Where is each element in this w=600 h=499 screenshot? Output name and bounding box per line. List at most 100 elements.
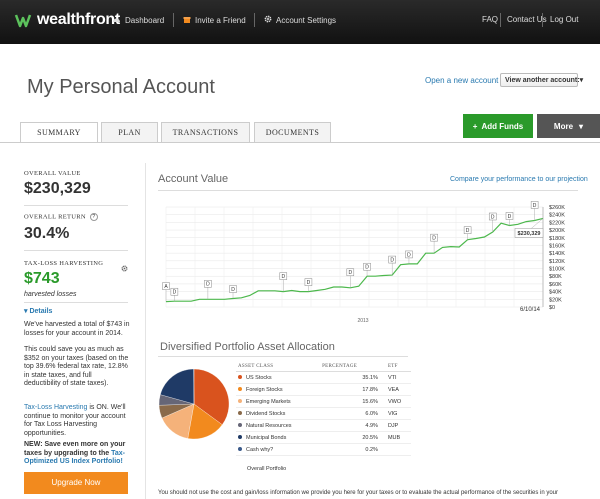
asset-class-cell: Emerging Markets — [236, 395, 321, 408]
chart-grid — [165, 206, 544, 308]
nav-faq[interactable]: FAQ — [482, 15, 498, 24]
allocation-header-row: ASSET CLASS PERCENTAGE ETF — [236, 362, 411, 372]
nav-divider — [254, 13, 255, 27]
asset-class-name[interactable]: Cash why? — [246, 447, 273, 453]
tlh-link[interactable]: Tax-Loss Harvesting — [24, 404, 87, 411]
tab-divider — [0, 142, 600, 143]
asset-class-cell: Dividend Stocks — [236, 407, 321, 420]
tlh-settings-gear-icon[interactable] — [121, 259, 128, 277]
allocation-row: Foreign Stocks 17.8% VEA — [236, 383, 411, 396]
caret-down-icon: ▾ — [579, 121, 584, 131]
nav-contact-us[interactable]: Contact Us — [507, 15, 547, 24]
details-toggle[interactable]: ▾ Details — [24, 307, 52, 315]
asset-class-cell: Foreign Stocks — [236, 383, 321, 396]
tab-transactions[interactable]: TRANSACTIONS — [161, 122, 250, 142]
asset-class-name: Emerging Markets — [246, 398, 291, 405]
y-tick-label: $120K — [549, 259, 565, 265]
nav-invite-friend[interactable]: Invite a Friend — [183, 15, 246, 25]
current-value-callout-text: $230,329 — [518, 231, 541, 237]
nav-log-out[interactable]: Log Out — [550, 15, 578, 24]
tab-plan[interactable]: PLAN — [101, 122, 158, 142]
percentage-cell: 4.9% — [320, 419, 386, 432]
more-label: More — [553, 121, 574, 131]
dividend-marker-label: D — [407, 252, 411, 258]
etf-header: ETF — [385, 362, 411, 372]
dividend-marker[interactable]: D — [430, 233, 438, 254]
chevron-down-icon: ▾ — [579, 77, 584, 84]
percentage-cell: 20.5% — [320, 431, 386, 444]
more-button[interactable]: More ▾ — [537, 114, 600, 138]
y-tick-label: $40K — [549, 290, 562, 296]
dividend-marker[interactable]: A — [162, 282, 170, 302]
etf-cell: VTI — [385, 371, 411, 384]
allocation-row: Cash why? 0.2% — [236, 443, 411, 456]
dividend-marker[interactable]: D — [505, 212, 514, 226]
asset-class-cell: US Stocks — [236, 371, 321, 384]
nav-settings-label: Account Settings — [276, 15, 337, 25]
chart-line-series — [165, 217, 544, 303]
view-account-select[interactable]: View another account: ▾ — [500, 73, 583, 87]
chart-dividend-markers: ADDDDDDDDDDDD DD — [162, 201, 539, 302]
tlh-label: TAX-LOSS HARVESTING — [24, 260, 104, 267]
dividend-marker-label: D — [466, 228, 470, 234]
percentage-cell: 35.1% — [320, 371, 386, 384]
open-new-account-link[interactable]: Open a new account — [425, 76, 498, 85]
asset-class-name: Foreign Stocks — [246, 386, 283, 393]
legend-swatch — [238, 387, 242, 392]
caret-down-icon: ▾ — [24, 308, 28, 315]
nav-account-settings[interactable]: Account Settings — [264, 15, 336, 25]
upgrade-now-button[interactable]: Upgrade Now — [24, 472, 128, 494]
dividend-marker-label: D — [307, 280, 311, 286]
y-tick-label: $180K — [549, 236, 565, 242]
dividend-marker-label: D — [281, 274, 285, 280]
nav-invite-label: Invite a Friend — [195, 15, 246, 25]
y-tick-label: $160K — [549, 243, 565, 249]
account-value-line — [165, 217, 544, 303]
dividend-marker-label: D — [206, 282, 210, 288]
legend-swatch — [238, 411, 242, 416]
nav-contact-label: Contact Us — [507, 15, 547, 24]
details-label: Details — [29, 308, 53, 315]
nav-divider — [500, 13, 501, 27]
chart-x-label-year: 2013 — [357, 318, 368, 324]
nav-logout-label: Log Out — [550, 15, 579, 24]
tlh-savings-text: This could save you as much as $352 on y… — [24, 346, 129, 387]
view-account-select-label: View another account: — [505, 76, 580, 84]
overall-return: 30.4% — [24, 225, 70, 242]
add-funds-label: Add Funds — [481, 121, 524, 131]
account-value-title: Account Value — [158, 173, 229, 185]
tlh-status-text: Tax-Loss Harvesting is ON. We'll continu… — [24, 404, 130, 438]
etf-cell: VWO — [385, 395, 411, 408]
wealthfront-logo[interactable]: wealthfront — [14, 11, 120, 29]
asset-class-cell: Natural Resources — [236, 419, 321, 432]
etf-cell: VIG — [385, 407, 411, 420]
dividend-marker-label: D — [348, 270, 352, 276]
allocation-title: Diversified Portfolio Asset Allocation — [160, 341, 335, 353]
help-icon[interactable]: ? — [89, 213, 98, 221]
add-funds-button[interactable]: + Add Funds — [463, 114, 533, 138]
dividend-marker[interactable]: D — [363, 262, 371, 277]
dividend-marker-label: D — [390, 257, 394, 263]
dividend-marker[interactable]: D — [530, 201, 539, 221]
asset-class-name: Natural Resources — [246, 422, 292, 429]
dividend-marker[interactable]: D — [229, 285, 237, 299]
tab-summary[interactable]: SUMMARY — [20, 122, 98, 143]
overall-portfolio-label: Overall Portfolio — [247, 466, 287, 472]
chart-y-axis: $260K $240K$220K $200K $180K$160K $140K $120K… — [542, 205, 565, 311]
asset-class-cell: Municipal Bonds — [236, 431, 321, 444]
dashboard-icon — [112, 15, 121, 25]
dividend-marker[interactable]: D — [405, 250, 413, 264]
gear-icon — [264, 15, 272, 25]
dividend-marker[interactable]: D — [204, 280, 212, 300]
percentage-cell: 0.2% — [320, 443, 386, 456]
etf-cell — [385, 443, 411, 456]
tab-documents[interactable]: DOCUMENTS — [254, 122, 331, 142]
top-navigation-bar: wealthfront Dashboard Invite a Friend Ac… — [0, 0, 600, 44]
y-tick-label: $100K — [549, 267, 565, 273]
overall-return-label-group: OVERALL RETURN ? — [24, 213, 98, 221]
dividend-marker[interactable]: D — [346, 268, 355, 288]
dividend-marker[interactable]: D — [279, 272, 288, 292]
compare-performance-link[interactable]: Compare your performance to our projecti… — [450, 176, 588, 183]
nav-dashboard[interactable]: Dashboard — [112, 15, 164, 25]
allocation-row: Municipal Bonds 20.5% MUB — [236, 431, 411, 444]
